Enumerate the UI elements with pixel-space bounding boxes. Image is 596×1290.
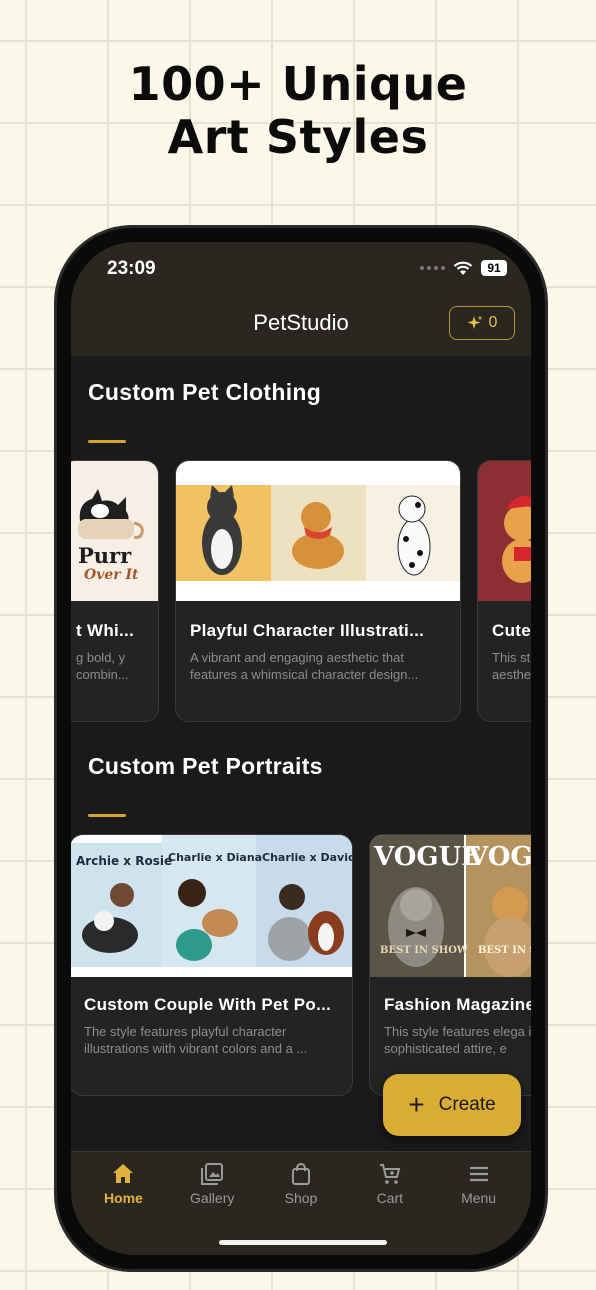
- section-underline: [88, 814, 126, 817]
- plus-icon: +: [408, 1089, 425, 1120]
- card-title: Custom Couple With Pet Po...: [84, 995, 332, 1014]
- battery-indicator: 91: [481, 260, 507, 276]
- tab-label: Gallery: [190, 1190, 235, 1206]
- cart-icon: [379, 1164, 401, 1184]
- card-thumbnail: [176, 461, 460, 601]
- card-description: A vibrant and engaging aesthetic that fe…: [190, 650, 419, 682]
- card-thumbnail: [478, 461, 531, 601]
- style-card-cartoon-whimsy[interactable]: Purr Over It t Whi... g bold, y combin..…: [71, 460, 159, 722]
- tab-label: Menu: [461, 1190, 497, 1206]
- section-title-portraits: Custom Pet Portraits: [88, 753, 323, 779]
- card-description: g bold, y combin...: [76, 650, 129, 682]
- vogue-covers-illustration: VOGUE VOGU BEST IN SHOW BEST IN SHOW: [370, 835, 531, 977]
- archie-rosie-text: Archie x Rosie: [76, 854, 172, 868]
- headline-line-2: Art Styles: [167, 110, 429, 164]
- shiba-santa-illustration: [502, 496, 531, 583]
- phone-frame: 23:09 91 PetStudio 0 Custom Pet Clothing…: [54, 225, 548, 1272]
- section-title-clothing: Custom Pet Clothing: [88, 379, 322, 405]
- shopping-bag-icon: [291, 1163, 310, 1185]
- headline-line-1: 100+ Unique: [128, 57, 468, 111]
- home-indicator: [219, 1240, 387, 1245]
- style-card-playful-character[interactable]: Playful Character Illustrati... A vibran…: [175, 460, 461, 722]
- create-label: Create: [438, 1094, 496, 1115]
- signal-icon: [420, 266, 445, 270]
- card-description: This st aesthet: [492, 650, 531, 682]
- create-button[interactable]: + Create: [383, 1074, 521, 1136]
- card-description: The style features playful character ill…: [84, 1024, 308, 1056]
- style-card-fashion-magazine[interactable]: VOGUE VOGU BEST IN SHOW BEST IN SHOW Fas…: [369, 834, 531, 1096]
- card-thumbnail: Purr Over It: [71, 461, 158, 601]
- promo-headline: 100+ Unique Art Styles: [0, 58, 596, 164]
- card-description: This style features elega in sophisticat…: [384, 1024, 531, 1056]
- best-in-show-1: BEST IN SHOW: [380, 945, 469, 956]
- section-underline: [88, 440, 126, 443]
- charlie-diana-text: Charlie x Diana: [168, 851, 262, 864]
- card-title: Playful Character Illustrati...: [190, 621, 425, 640]
- cat-mug-illustration: Purr Over It: [78, 489, 144, 583]
- tab-home[interactable]: Home: [79, 1152, 168, 1255]
- menu-icon: [469, 1166, 488, 1182]
- couple-portraits-illustration: Archie x Rosie Charlie x Diana Charlie x…: [71, 835, 352, 967]
- purr-text: Purr: [78, 543, 132, 568]
- app-screen: 23:09 91 PetStudio 0 Custom Pet Clothing…: [71, 242, 531, 1255]
- home-icon: [113, 1164, 134, 1183]
- vogue-title-2: VOGU: [467, 842, 531, 872]
- charlie-david-text: Charlie x David: [262, 851, 352, 864]
- status-icons: 91: [420, 260, 507, 276]
- tab-menu[interactable]: Menu: [434, 1152, 523, 1255]
- playful-pets-illustration: [176, 485, 460, 581]
- card-title: Cute: [492, 621, 531, 640]
- style-card-cute[interactable]: Cute This st aesthet: [477, 460, 531, 722]
- card-title: t Whi...: [76, 621, 135, 640]
- style-card-couple-with-pet[interactable]: Archie x Rosie Charlie x Diana Charlie x…: [71, 834, 353, 1096]
- credits-button[interactable]: 0: [449, 306, 515, 340]
- card-title: Fashion Magazine: [384, 995, 531, 1014]
- vogue-title-1: VOGUE: [373, 842, 481, 872]
- best-in-show-2: BEST IN SHOW: [478, 945, 531, 956]
- app-header: 23:09 91 PetStudio 0: [71, 242, 531, 356]
- sparkle-icon: [467, 315, 483, 329]
- over-it-text: Over It: [84, 567, 139, 583]
- card-thumbnail: VOGUE VOGU BEST IN SHOW BEST IN SHOW: [370, 835, 531, 977]
- tab-label: Shop: [284, 1190, 318, 1206]
- tab-label: Cart: [376, 1190, 404, 1206]
- credits-count: 0: [488, 314, 498, 331]
- card-thumbnail: Archie x Rosie Charlie x Diana Charlie x…: [71, 835, 352, 977]
- status-time: 23:09: [107, 258, 156, 279]
- wifi-icon: [453, 261, 473, 275]
- tab-label: Home: [103, 1190, 143, 1206]
- gallery-icon: [201, 1163, 224, 1185]
- bottom-tab-bar: Home Gallery Shop Cart Menu: [71, 1151, 531, 1255]
